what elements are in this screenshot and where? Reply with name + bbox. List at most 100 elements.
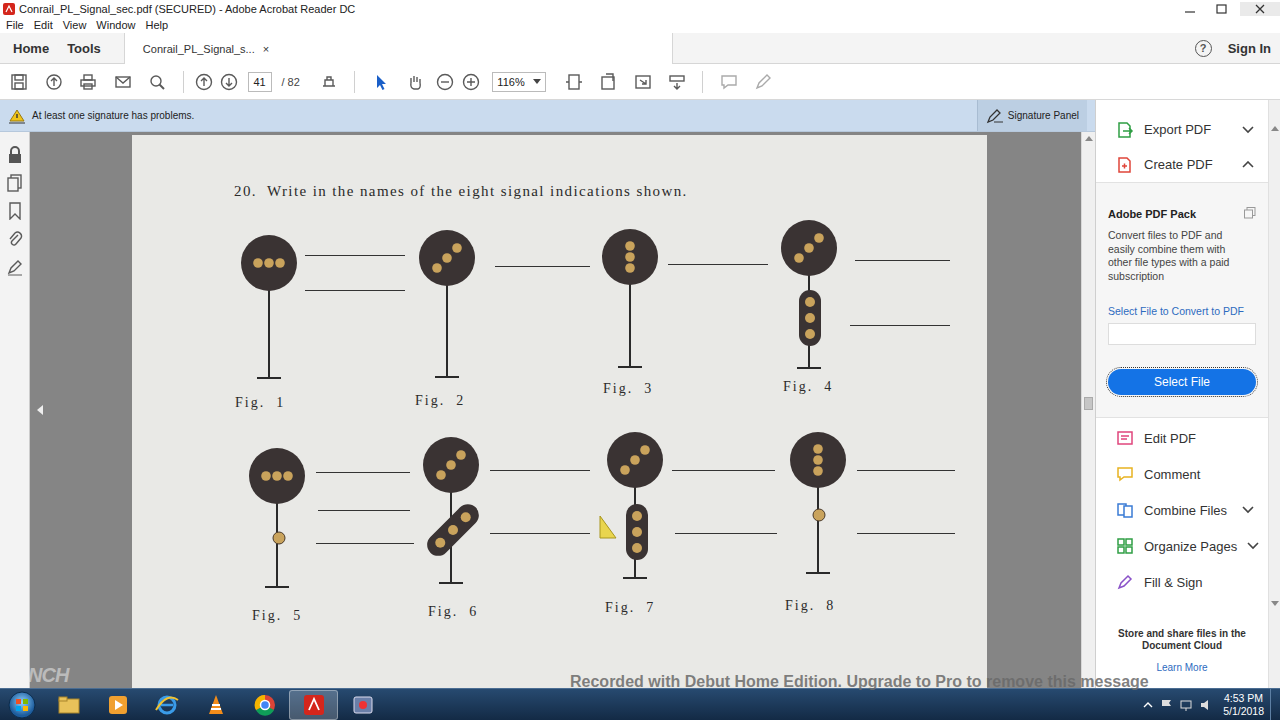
restore-icon[interactable] — [1208, 2, 1236, 16]
page-thumbnails-icon[interactable] — [7, 174, 23, 192]
show-hidden-icon[interactable] — [1143, 700, 1153, 710]
next-page-button[interactable] — [217, 72, 242, 92]
bookmark-icon[interactable] — [7, 202, 23, 220]
hand-button[interactable] — [398, 72, 433, 92]
flag-icon[interactable] — [1159, 698, 1173, 712]
taskbar-app[interactable] — [289, 690, 338, 720]
sticky-note-icon[interactable] — [599, 514, 617, 540]
answer-line[interactable] — [675, 533, 777, 534]
tab[interactable]: Tools — [58, 33, 110, 63]
full-screen-button[interactable] — [625, 72, 660, 92]
clock[interactable]: 4:53 PM5/1/2018 — [1223, 692, 1264, 718]
taskbar-app[interactable] — [338, 690, 387, 720]
signature-icon[interactable] — [7, 258, 23, 276]
tool-item[interactable]: Comment — [1096, 456, 1268, 492]
tool-item[interactable]: Edit PDF — [1096, 420, 1268, 456]
chevron-icon[interactable] — [1242, 126, 1254, 134]
print-button[interactable] — [71, 72, 106, 92]
file-field[interactable] — [1108, 323, 1256, 345]
answer-line[interactable] — [850, 325, 950, 326]
scroll-thumb[interactable] — [1084, 397, 1093, 410]
menu-item[interactable]: Edit — [29, 18, 58, 32]
vertical-scrollbar[interactable] — [1081, 132, 1095, 688]
tool-item[interactable]: Create PDF — [1096, 147, 1268, 182]
select-cursor-icon[interactable] — [371, 72, 391, 92]
rotate-button[interactable] — [591, 72, 626, 92]
show-desktop-button[interactable] — [1270, 689, 1280, 720]
start-button[interactable] — [0, 690, 44, 720]
upload-button[interactable] — [37, 72, 72, 92]
menu-item[interactable]: Help — [140, 18, 173, 32]
fit-page-button[interactable] — [556, 72, 591, 92]
fit-page-icon[interactable] — [564, 72, 584, 92]
chevron-icon[interactable] — [1242, 161, 1254, 169]
network-icon[interactable] — [1179, 698, 1193, 712]
keyboard-button[interactable] — [660, 72, 695, 92]
answer-line[interactable] — [305, 290, 405, 291]
answer-line[interactable] — [490, 533, 590, 534]
chrome-icon[interactable] — [252, 692, 278, 718]
select-file-button[interactable]: Select File — [1108, 369, 1256, 395]
copy-icon[interactable] — [1244, 207, 1256, 219]
debut-recorder-icon[interactable] — [350, 692, 376, 718]
scroll-up-icon[interactable] — [1084, 134, 1094, 144]
attachment-icon[interactable] — [7, 230, 23, 248]
keyboard-icon[interactable] — [667, 72, 687, 92]
help-button[interactable]: ? — [1195, 40, 1212, 57]
zoom-out-button[interactable] — [432, 72, 458, 92]
pane-scrollbar[interactable] — [1268, 100, 1280, 688]
taskbar-app[interactable] — [191, 690, 240, 720]
answer-line[interactable] — [857, 470, 955, 471]
page-number-field[interactable]: 41 — [248, 72, 272, 92]
answer-line[interactable] — [305, 255, 405, 256]
answer-line[interactable] — [855, 260, 950, 261]
answer-line[interactable] — [316, 543, 414, 544]
mail-button[interactable] — [106, 72, 141, 92]
tab-close-button[interactable]: × — [263, 43, 269, 55]
collapse-left-icon[interactable] — [36, 405, 44, 415]
signature-pen-icon[interactable] — [986, 108, 1004, 124]
mail-icon[interactable] — [113, 72, 133, 92]
menu-item[interactable]: Window — [91, 18, 140, 32]
answer-line[interactable] — [672, 470, 775, 471]
zoom-in-icon[interactable] — [461, 72, 481, 92]
answer-line[interactable] — [490, 470, 590, 471]
search-button[interactable] — [140, 72, 175, 92]
folder-icon[interactable] — [56, 692, 82, 718]
read-mode-icon[interactable] — [319, 72, 339, 92]
zoom-in-button[interactable] — [458, 72, 484, 92]
tool-item[interactable]: Organize Pages — [1096, 528, 1268, 564]
signature-panel-button[interactable]: Signature Panel — [977, 100, 1087, 131]
print-icon[interactable] — [78, 72, 98, 92]
tool-item[interactable]: Combine Files — [1096, 492, 1268, 528]
tool-item[interactable]: Fill & Sign — [1096, 564, 1268, 600]
chevron-icon[interactable] — [1242, 506, 1254, 514]
previous-page-button[interactable] — [192, 72, 217, 92]
minimize-icon[interactable] — [1176, 2, 1204, 16]
sign-in-button[interactable]: Sign In — [1228, 41, 1271, 56]
taskbar-app[interactable] — [44, 690, 93, 720]
scroll-down-icon[interactable] — [1270, 598, 1280, 608]
media-player-icon[interactable] — [105, 692, 131, 718]
up-arrow-icon[interactable] — [194, 72, 214, 92]
menu-item[interactable]: File — [1, 18, 29, 32]
windows-start-icon[interactable] — [7, 690, 37, 720]
lock-icon[interactable] — [7, 146, 23, 164]
save-icon[interactable] — [9, 72, 29, 92]
answer-line[interactable] — [668, 264, 768, 265]
dropdown-icon[interactable] — [533, 79, 541, 85]
zoom-out-icon[interactable] — [435, 72, 455, 92]
internet-explorer-icon[interactable] — [154, 692, 180, 718]
volume-icon[interactable] — [1199, 698, 1213, 712]
acrobat-icon[interactable] — [301, 692, 327, 718]
comment-icon[interactable] — [719, 72, 739, 92]
pen-button[interactable] — [746, 72, 781, 92]
taskbar-app[interactable] — [142, 690, 191, 720]
answer-line[interactable] — [857, 533, 955, 534]
zoom-field[interactable]: 116% — [492, 72, 546, 92]
tool-item[interactable]: Export PDF — [1096, 112, 1268, 147]
full-screen-icon[interactable] — [633, 72, 653, 92]
search-icon[interactable] — [147, 72, 167, 92]
close-icon[interactable] — [1240, 2, 1280, 16]
taskbar-app[interactable] — [93, 690, 142, 720]
